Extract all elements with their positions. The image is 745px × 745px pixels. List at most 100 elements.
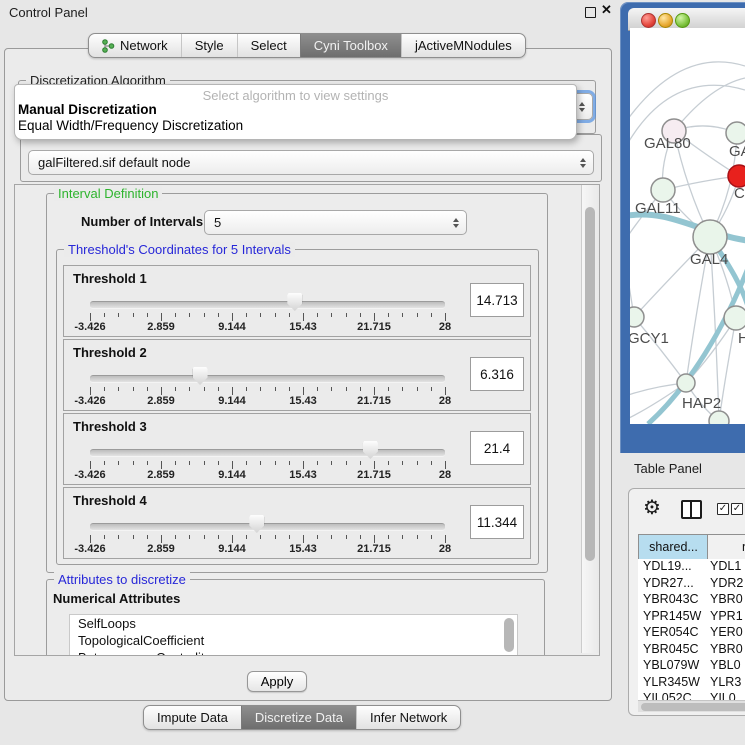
threshold-value-field[interactable]: 11.344: [470, 505, 524, 539]
dropdown-option-equal-width-frequency[interactable]: Equal Width/Frequency Discretization: [18, 118, 243, 133]
scale-label: 21.715: [357, 321, 391, 333]
scale-label: -3.426: [74, 321, 105, 333]
tick-mark: [147, 387, 148, 391]
table-row[interactable]: YLR345WYLR3: [638, 675, 745, 692]
tab-impute-data[interactable]: Impute Data: [144, 706, 241, 729]
tick-mark: [346, 313, 347, 317]
network-node[interactable]: [709, 411, 729, 424]
tab-label: jActiveMNodules: [415, 38, 512, 53]
cyni-bottom-tabbar: Impute Data Discretize Data Infer Network: [143, 705, 461, 730]
close-icon[interactable]: ✕: [601, 2, 612, 18]
tab-jactivemnodules[interactable]: jActiveMNodules: [401, 34, 525, 57]
tab-cyni-toolbox[interactable]: Cyni Toolbox: [300, 34, 401, 57]
numerical-attributes-list[interactable]: SelfLoopsTopologicalCoefficientBetweenne…: [69, 614, 518, 656]
tab-infer-network[interactable]: Infer Network: [356, 706, 460, 729]
zoom-traffic-light-icon[interactable]: [675, 13, 690, 28]
list-item[interactable]: TopologicalCoefficient: [70, 632, 517, 649]
tick-mark: [204, 313, 205, 317]
slider-track[interactable]: [90, 375, 445, 383]
slider-track[interactable]: [90, 449, 445, 457]
gear-icon[interactable]: ⚙: [643, 495, 661, 520]
tick-mark: [133, 461, 134, 465]
column-header-shared[interactable]: shared...: [638, 534, 709, 560]
threshold-panel: Threshold 1-3.4262.8599.14415.4321.71528…: [63, 265, 531, 337]
scale-label: 2.859: [147, 543, 175, 555]
tick-mark: [260, 461, 261, 465]
tick-mark: [104, 535, 105, 539]
tab-discretize-data[interactable]: Discretize Data: [241, 706, 356, 729]
network-node-c[interactable]: [728, 165, 745, 187]
apply-button[interactable]: Apply: [247, 671, 307, 692]
attributes-list-scrollbar[interactable]: [504, 618, 514, 652]
tab-label: Cyni Toolbox: [314, 38, 388, 53]
list-item[interactable]: SelfLoops: [70, 615, 517, 632]
network-graph: GAL80GACGAL11GAL4GCY1HHAP2: [630, 28, 745, 424]
tab-style[interactable]: Style: [181, 34, 237, 57]
network-node-gal4[interactable]: [693, 220, 727, 254]
tick-mark: [133, 387, 134, 391]
tick-mark: [175, 535, 176, 539]
tick-mark: [232, 387, 233, 395]
threshold-slider[interactable]: -3.4262.8599.14415.4321.71528: [90, 514, 445, 556]
tick-mark: [246, 535, 247, 539]
network-canvas[interactable]: GAL80GACGAL11GAL4GCY1HHAP2: [630, 28, 745, 424]
checkbox-icon[interactable]: ✓: [731, 503, 743, 515]
table-row[interactable]: YPR145WYPR1: [638, 609, 745, 626]
tab-select[interactable]: Select: [237, 34, 300, 57]
network-node-ga[interactable]: [726, 122, 745, 144]
threshold-slider[interactable]: -3.4262.8599.14415.4321.71528: [90, 292, 445, 334]
tick-mark: [445, 461, 446, 469]
table-data-combo[interactable]: galFiltered.sif default node: [28, 150, 594, 175]
node-table[interactable]: YDL19...YDL1YDR27...YDR2YBR043CYBR0YPR14…: [638, 559, 745, 700]
minimize-traffic-light-icon[interactable]: [658, 13, 673, 28]
tick-mark: [402, 535, 403, 539]
network-node-gcy1[interactable]: [630, 307, 644, 327]
checkbox-icon[interactable]: ✓: [717, 503, 729, 515]
column-layout-icon[interactable]: [681, 500, 702, 519]
dropdown-option-manual-discretization[interactable]: Manual Discretization: [18, 102, 157, 117]
table-row[interactable]: YBR045CYBR0: [638, 642, 745, 659]
table-row[interactable]: YDL19...YDL1: [638, 559, 745, 576]
tick-mark: [161, 387, 162, 395]
cell-name: YBR0: [703, 642, 745, 659]
close-traffic-light-icon[interactable]: [641, 13, 656, 28]
tab-network[interactable]: Network: [89, 34, 181, 57]
slider-ticks: [90, 535, 445, 543]
tick-mark: [104, 387, 105, 391]
tab-label: Discretize Data: [255, 710, 343, 725]
slider-track[interactable]: [90, 523, 445, 531]
tick-mark: [232, 535, 233, 543]
table-row[interactable]: YER054CYER0: [638, 625, 745, 642]
threshold-slider[interactable]: -3.4262.8599.14415.4321.71528: [90, 366, 445, 408]
list-item[interactable]: BetweennessCentrality: [70, 649, 517, 656]
float-window-icon[interactable]: [585, 7, 596, 18]
network-node-gal11[interactable]: [651, 178, 675, 202]
table-row[interactable]: YBR043CYBR0: [638, 592, 745, 609]
num-intervals-combo[interactable]: 5: [204, 210, 467, 235]
table-row[interactable]: YDR27...YDR2: [638, 576, 745, 593]
column-header-name[interactable]: n: [707, 534, 745, 560]
tick-mark: [275, 313, 276, 317]
slider-track[interactable]: [90, 301, 445, 309]
scale-label: 28: [439, 469, 451, 481]
tick-mark: [374, 535, 375, 543]
cell-shared-name: YER054C: [638, 625, 703, 642]
scrollbar-thumb[interactable]: [585, 207, 595, 561]
slider-ticks: [90, 313, 445, 321]
tick-mark: [303, 313, 304, 321]
network-node-hap2[interactable]: [677, 374, 695, 392]
table-horizontal-scrollbar[interactable]: [638, 700, 745, 712]
threshold-value-field[interactable]: 14.713: [470, 283, 524, 317]
control-panel-title: Control Panel: [9, 5, 88, 20]
threshold-value-field[interactable]: 6.316: [470, 357, 524, 391]
network-node-h[interactable]: [724, 306, 745, 330]
threshold-value-field[interactable]: 21.4: [470, 431, 524, 465]
settings-vertical-scrollbar[interactable]: [581, 185, 599, 653]
tick-mark: [104, 313, 105, 317]
tick-mark: [246, 461, 247, 465]
table-row[interactable]: YBL079WYBL0: [638, 658, 745, 675]
threshold-slider[interactable]: -3.4262.8599.14415.4321.71528: [90, 440, 445, 482]
scrollbar-thumb[interactable]: [641, 703, 745, 711]
cell-shared-name: YBR043C: [638, 592, 703, 609]
table-row[interactable]: YIL052CYIL0: [638, 691, 745, 700]
